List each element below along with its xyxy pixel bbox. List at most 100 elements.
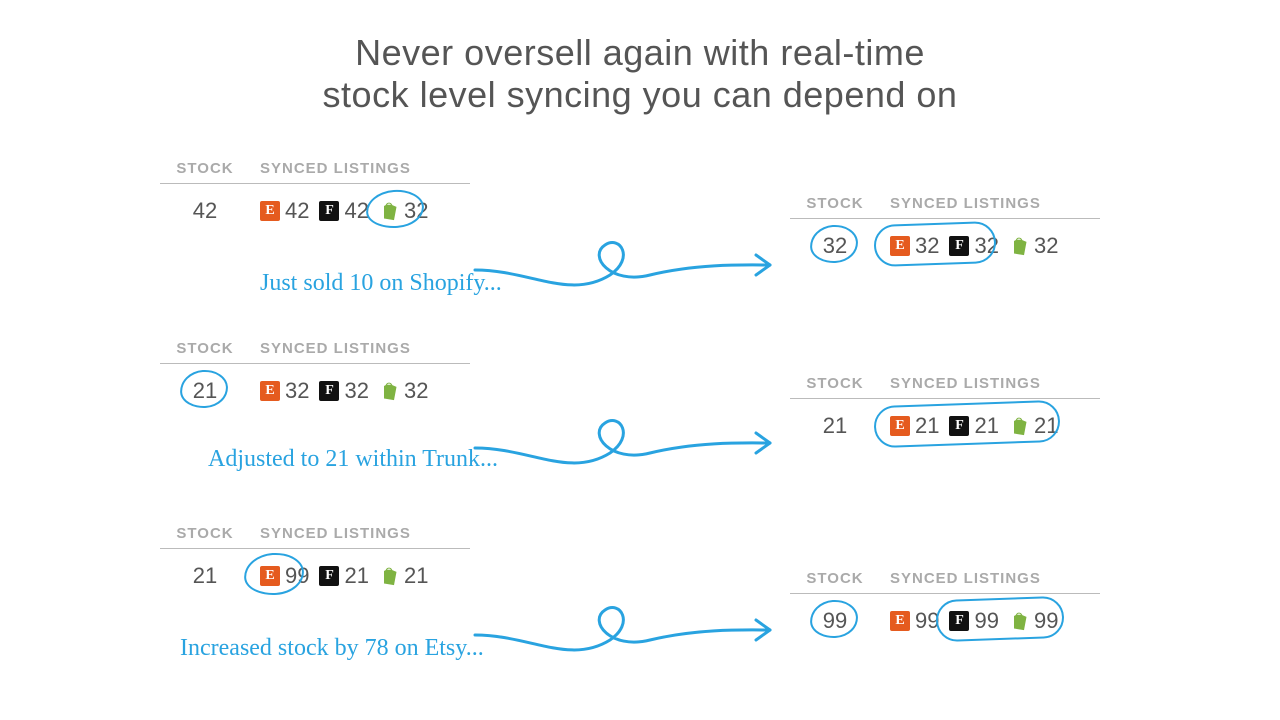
listing-faire: F 32 — [319, 378, 368, 404]
listing-value: 21 — [404, 563, 428, 589]
panel-values: 42 E 42 F 42 32 — [160, 184, 470, 224]
handwritten-note: Increased stock by 78 on Etsy... — [180, 635, 484, 662]
header-stock: STOCK — [160, 525, 250, 542]
listing-etsy: E 99 — [890, 608, 939, 634]
panel-headers: STOCK SYNCED LISTINGS — [160, 525, 470, 549]
handwritten-note: Just sold 10 on Shopify... — [260, 270, 502, 297]
listing-shopify: 32 — [379, 378, 428, 404]
stock-value: 21 — [790, 413, 880, 439]
header-synced: SYNCED LISTINGS — [250, 160, 470, 177]
listing-faire: F 21 — [319, 563, 368, 589]
page: Never oversell again with real-time stoc… — [0, 0, 1280, 720]
faire-icon: F — [319, 566, 339, 586]
handwritten-note: Adjusted to 21 within Trunk... — [208, 446, 498, 473]
listing-value: 99 — [915, 608, 939, 634]
listing-etsy: E 32 — [890, 233, 939, 259]
before-panel: STOCK SYNCED LISTINGS 21 E 99 F 21 — [160, 525, 470, 589]
etsy-icon: E — [260, 566, 280, 586]
stock-value: 99 — [790, 608, 880, 634]
faire-icon: F — [319, 381, 339, 401]
header-stock: STOCK — [790, 570, 880, 587]
listing-value: 32 — [404, 378, 428, 404]
synced-listings: E 32 F 32 32 — [880, 233, 1100, 259]
listing-value: 21 — [974, 413, 998, 439]
shopify-icon — [1009, 416, 1029, 436]
listing-shopify: 32 — [1009, 233, 1058, 259]
panel-values: 21 E 21 F 21 21 — [790, 399, 1100, 439]
panel-headers: STOCK SYNCED LISTINGS — [160, 160, 470, 184]
listing-value: 99 — [974, 608, 998, 634]
faire-icon: F — [949, 236, 969, 256]
listing-shopify: 99 — [1009, 608, 1058, 634]
header-stock: STOCK — [790, 375, 880, 392]
listing-value: 32 — [404, 198, 428, 224]
header-synced: SYNCED LISTINGS — [880, 195, 1100, 212]
arrow-icon — [470, 230, 780, 310]
shopify-icon — [1009, 611, 1029, 631]
listing-value: 32 — [915, 233, 939, 259]
shopify-icon — [379, 381, 399, 401]
shopify-icon — [1009, 236, 1029, 256]
header-synced: SYNCED LISTINGS — [250, 525, 470, 542]
listing-faire: F 32 — [949, 233, 998, 259]
headline-line1: Never oversell again with real-time — [0, 32, 1280, 74]
faire-icon: F — [949, 416, 969, 436]
panel-headers: STOCK SYNCED LISTINGS — [790, 375, 1100, 399]
sync-example-row-2: STOCK SYNCED LISTINGS 21 E 32 F 32 — [0, 340, 1280, 530]
listing-etsy: E 99 — [260, 563, 309, 589]
listing-value: 32 — [285, 378, 309, 404]
synced-listings: E 42 F 42 32 — [250, 198, 470, 224]
synced-listings: E 21 F 21 21 — [880, 413, 1100, 439]
panel-headers: STOCK SYNCED LISTINGS — [790, 570, 1100, 594]
arrow-icon — [470, 595, 780, 675]
arrow-icon — [470, 408, 780, 488]
etsy-icon: E — [890, 611, 910, 631]
panel-values: 32 E 32 F 32 32 — [790, 219, 1100, 259]
etsy-icon: E — [890, 236, 910, 256]
listing-etsy: E 32 — [260, 378, 309, 404]
listing-etsy: E 42 — [260, 198, 309, 224]
listing-value: 42 — [344, 198, 368, 224]
listing-value: 42 — [285, 198, 309, 224]
listing-faire: F 42 — [319, 198, 368, 224]
synced-listings: E 32 F 32 32 — [250, 378, 470, 404]
listing-value: 21 — [344, 563, 368, 589]
listing-faire: F 21 — [949, 413, 998, 439]
header-synced: SYNCED LISTINGS — [880, 375, 1100, 392]
before-panel: STOCK SYNCED LISTINGS 21 E 32 F 32 — [160, 340, 470, 404]
panel-values: 21 E 32 F 32 32 — [160, 364, 470, 404]
listing-faire: F 99 — [949, 608, 998, 634]
etsy-icon: E — [260, 201, 280, 221]
shopify-icon — [379, 566, 399, 586]
stock-value: 32 — [790, 233, 880, 259]
before-panel: STOCK SYNCED LISTINGS 42 E 42 F 42 — [160, 160, 470, 224]
listing-value: 21 — [915, 413, 939, 439]
header-synced: SYNCED LISTINGS — [250, 340, 470, 357]
etsy-icon: E — [260, 381, 280, 401]
panel-headers: STOCK SYNCED LISTINGS — [160, 340, 470, 364]
panel-values: 99 E 99 F 99 99 — [790, 594, 1100, 634]
sync-example-row-1: STOCK SYNCED LISTINGS 42 E 42 F 42 — [0, 160, 1280, 350]
etsy-icon: E — [890, 416, 910, 436]
listing-value: 21 — [1034, 413, 1058, 439]
faire-icon: F — [949, 611, 969, 631]
header-stock: STOCK — [790, 195, 880, 212]
listing-value: 32 — [1034, 233, 1058, 259]
listing-shopify: 21 — [1009, 413, 1058, 439]
header-synced: SYNCED LISTINGS — [880, 570, 1100, 587]
stock-value: 21 — [160, 378, 250, 404]
shopify-icon — [379, 201, 399, 221]
header-stock: STOCK — [160, 160, 250, 177]
panel-headers: STOCK SYNCED LISTINGS — [790, 195, 1100, 219]
stock-value: 42 — [160, 198, 250, 224]
sync-example-row-3: STOCK SYNCED LISTINGS 21 E 99 F 21 — [0, 525, 1280, 715]
synced-listings: E 99 F 99 99 — [880, 608, 1100, 634]
after-panel: STOCK SYNCED LISTINGS 99 E 99 F 99 — [790, 570, 1100, 634]
faire-icon: F — [319, 201, 339, 221]
panel-values: 21 E 99 F 21 21 — [160, 549, 470, 589]
header-stock: STOCK — [160, 340, 250, 357]
listing-value: 99 — [1034, 608, 1058, 634]
listing-shopify: 32 — [379, 198, 428, 224]
headline: Never oversell again with real-time stoc… — [0, 32, 1280, 116]
headline-line2: stock level syncing you can depend on — [0, 74, 1280, 116]
